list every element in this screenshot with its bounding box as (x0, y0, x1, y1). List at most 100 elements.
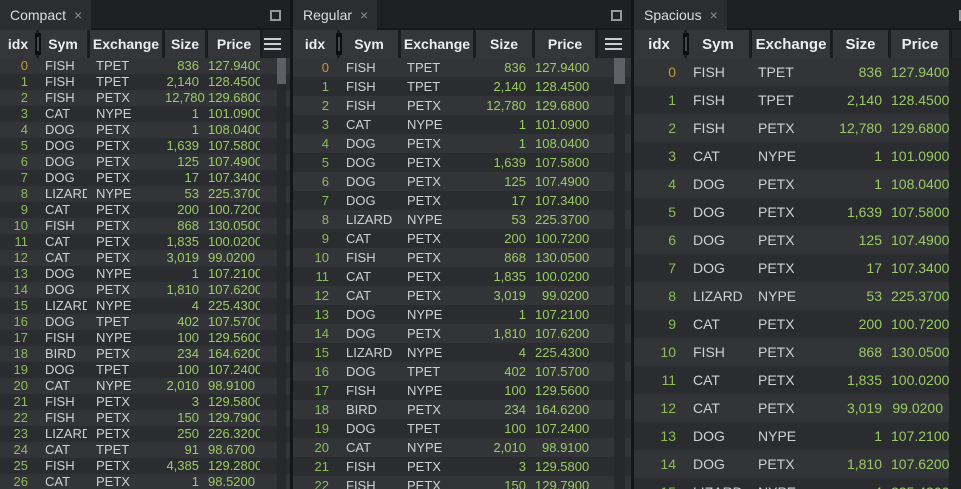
table-row[interactable]: 5DOGPETX1,639107.5800 (0, 138, 290, 154)
table-row[interactable]: 10FISHPETX868130.0500 (293, 248, 631, 267)
table-menu-button[interactable] (952, 30, 961, 58)
table-row[interactable]: 25FISHPETX4,385129.2800 (0, 458, 290, 474)
column-header-exchange[interactable]: Exchange (401, 30, 473, 58)
table-row[interactable]: 12CATPETX3,01999.0200 (293, 286, 631, 305)
table-row[interactable]: 4DOGPETX1108.0400 (634, 170, 949, 198)
table-row[interactable]: 2FISHPETX12,780129.6800 (293, 96, 631, 115)
table-row[interactable]: 0FISHTPET836127.9400 (0, 58, 290, 74)
table-row[interactable]: 2FISHPETX12,780129.6800 (634, 114, 949, 142)
column-header-idx[interactable]: idx (0, 30, 36, 58)
column-header-sym[interactable]: Sym (39, 30, 87, 58)
table-row[interactable]: 18BIRDPETX234164.6200 (0, 346, 290, 362)
table-row[interactable]: 20CATNYPE2,01098.9100 (293, 438, 631, 457)
table-menu-button[interactable] (263, 30, 290, 58)
table-row[interactable]: 11CATPETX1,835100.0200 (293, 267, 631, 286)
maximize-icon[interactable] (270, 10, 281, 21)
table-row[interactable]: 9CATPETX200100.7200 (634, 310, 949, 338)
table-row[interactable]: 12CATPETX3,01999.0200 (634, 394, 949, 422)
table-row[interactable]: 21FISHPETX3129.5800 (293, 457, 631, 476)
column-header-price[interactable]: Price (891, 30, 949, 58)
table-row[interactable]: 17FISHNYPE100129.5600 (0, 330, 290, 346)
tab-regular[interactable]: Regular × (293, 0, 377, 30)
column-header-exchange[interactable]: Exchange (90, 30, 162, 58)
table-row[interactable]: 12CATPETX3,01999.0200 (0, 250, 290, 266)
table-row[interactable]: 8LIZARDNYPE53225.3700 (0, 186, 290, 202)
cell-sym: CAT (39, 202, 87, 218)
column-header-idx[interactable]: idx (634, 30, 684, 58)
column-header-size[interactable]: Size (165, 30, 205, 58)
table-row[interactable]: 4DOGPETX1108.0400 (293, 134, 631, 153)
table-row[interactable]: 21FISHPETX3129.5800 (0, 394, 290, 410)
table-row[interactable]: 18BIRDPETX234164.6200 (293, 400, 631, 419)
column-header-sym[interactable]: Sym (340, 30, 398, 58)
table-row[interactable]: 7DOGPETX17107.3400 (0, 170, 290, 186)
vertical-scrollbar[interactable] (614, 58, 625, 489)
table-row[interactable]: 9CATPETX200100.7200 (293, 229, 631, 248)
table-row[interactable]: 15LIZARDNYPE4225.4300 (293, 343, 631, 362)
table-row[interactable]: 16DOGTPET402107.5700 (293, 362, 631, 381)
table-menu-button[interactable] (598, 30, 631, 58)
table-row[interactable]: 0FISHTPET836127.9400 (293, 58, 631, 77)
table-row[interactable]: 14DOGPETX1,810107.6200 (0, 282, 290, 298)
column-resize-handle[interactable] (683, 33, 689, 55)
table-row[interactable]: 5DOGPETX1,639107.5800 (634, 198, 949, 226)
table-row[interactable]: 26CATPETX198.5200 (0, 474, 290, 489)
close-icon[interactable]: × (360, 7, 368, 23)
column-header-size[interactable]: Size (476, 30, 532, 58)
table-row[interactable]: 13DOGNYPE1107.2100 (0, 266, 290, 282)
table-row[interactable]: 6DOGPETX125107.4900 (293, 172, 631, 191)
tab-compact[interactable]: Compact × (0, 0, 91, 30)
close-icon[interactable]: × (710, 7, 718, 23)
table-row[interactable]: 20CATNYPE2,01098.9100 (0, 378, 290, 394)
column-resize-handle[interactable] (35, 33, 41, 55)
scrollbar-thumb[interactable] (277, 58, 286, 84)
table-row[interactable]: 24CATTPET9198.6700 (0, 442, 290, 458)
table-row[interactable]: 8LIZARDNYPE53225.3700 (293, 210, 631, 229)
table-row[interactable]: 6DOGPETX125107.4900 (0, 154, 290, 170)
table-row[interactable]: 5DOGPETX1,639107.5800 (293, 153, 631, 172)
table-row[interactable]: 1FISHTPET2,140128.4500 (0, 74, 290, 90)
table-row[interactable]: 14DOGPETX1,810107.6200 (634, 450, 949, 478)
table-row[interactable]: 22FISHPETX150129.7900 (293, 476, 631, 489)
table-row[interactable]: 11CATPETX1,835100.0200 (0, 234, 290, 250)
table-row[interactable]: 22FISHPETX150129.7900 (0, 410, 290, 426)
table-row[interactable]: 7DOGPETX17107.3400 (634, 254, 949, 282)
table-row[interactable]: 1FISHTPET2,140128.4500 (634, 86, 949, 114)
table-row[interactable]: 4DOGPETX1108.0400 (0, 122, 290, 138)
table-row[interactable]: 15LIZARDNYPE4225.4300 (634, 478, 949, 489)
maximize-icon[interactable] (611, 10, 622, 21)
column-header-price[interactable]: Price (208, 30, 260, 58)
table-row[interactable]: 13DOGNYPE1107.2100 (293, 305, 631, 324)
vertical-scrollbar[interactable] (277, 58, 286, 489)
table-row[interactable]: 23LIZARDPETX250226.3200 (0, 426, 290, 442)
column-header-size[interactable]: Size (833, 30, 888, 58)
table-row[interactable]: 2FISHPETX12,780129.6800 (0, 90, 290, 106)
table-row[interactable]: 15LIZARDNYPE4225.4300 (0, 298, 290, 314)
table-row[interactable]: 11CATPETX1,835100.0200 (634, 366, 949, 394)
table-row[interactable]: 7DOGPETX17107.3400 (293, 191, 631, 210)
table-row[interactable]: 14DOGPETX1,810107.6200 (293, 324, 631, 343)
column-header-idx[interactable]: idx (293, 30, 337, 58)
tab-spacious[interactable]: Spacious × (634, 0, 727, 30)
table-row[interactable]: 3CATNYPE1101.0900 (0, 106, 290, 122)
table-row[interactable]: 8LIZARDNYPE53225.3700 (634, 282, 949, 310)
table-row[interactable]: 6DOGPETX125107.4900 (634, 226, 949, 254)
table-row[interactable]: 17FISHNYPE100129.5600 (293, 381, 631, 400)
column-header-exchange[interactable]: Exchange (752, 30, 830, 58)
column-header-sym[interactable]: Sym (687, 30, 749, 58)
table-row[interactable]: 13DOGNYPE1107.2100 (634, 422, 949, 450)
table-row[interactable]: 3CATNYPE1101.0900 (293, 115, 631, 134)
column-resize-handle[interactable] (336, 33, 342, 55)
scrollbar-thumb[interactable] (614, 58, 625, 84)
table-row[interactable]: 3CATNYPE1101.0900 (634, 142, 949, 170)
table-row[interactable]: 1FISHTPET2,140128.4500 (293, 77, 631, 96)
table-row[interactable]: 0FISHTPET836127.9400 (634, 58, 949, 86)
table-row[interactable]: 16DOGTPET402107.5700 (0, 314, 290, 330)
close-icon[interactable]: × (74, 7, 82, 23)
table-row[interactable]: 9CATPETX200100.7200 (0, 202, 290, 218)
table-row[interactable]: 10FISHPETX868130.0500 (0, 218, 290, 234)
table-row[interactable]: 10FISHPETX868130.0500 (634, 338, 949, 366)
column-header-price[interactable]: Price (535, 30, 595, 58)
table-row[interactable]: 19DOGTPET100107.2400 (293, 419, 631, 438)
table-row[interactable]: 19DOGTPET100107.2400 (0, 362, 290, 378)
